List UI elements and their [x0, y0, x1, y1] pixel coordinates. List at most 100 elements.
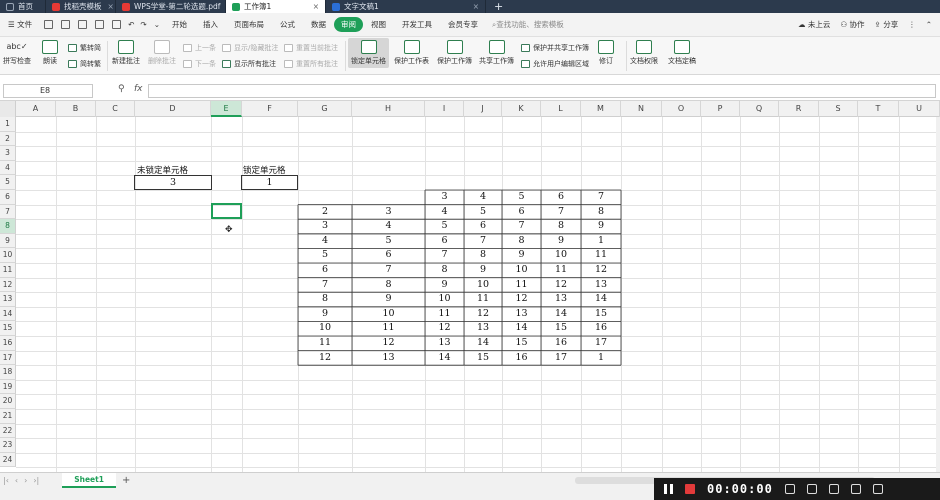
camera-icon[interactable] — [806, 484, 817, 494]
table-cell[interactable]: 7 — [425, 248, 464, 263]
row-header-19[interactable]: 19 — [0, 379, 16, 395]
pause-icon[interactable] — [664, 484, 673, 494]
table-cell[interactable]: 2 — [298, 205, 352, 220]
table-cell[interactable]: 8 — [352, 278, 425, 293]
formula-input[interactable] — [148, 84, 936, 98]
row-header-7[interactable]: 7 — [0, 204, 16, 220]
table-cell[interactable]: 16 — [502, 351, 541, 366]
table-cell[interactable]: 14 — [502, 321, 541, 336]
table-cell[interactable]: 6 — [502, 205, 541, 220]
row-header-23[interactable]: 23 — [0, 438, 16, 453]
fx-icon[interactable]: fx — [134, 84, 143, 94]
table-cell[interactable]: 11 — [298, 336, 352, 351]
table-cell[interactable]: 9 — [502, 248, 541, 263]
table-cell[interactable]: 15 — [581, 307, 621, 322]
show-all-comments-button[interactable]: 显示所有批注 — [222, 59, 276, 69]
column-header-n[interactable]: N — [621, 101, 662, 117]
column-header-p[interactable]: P — [701, 101, 740, 117]
protect-and-share-button[interactable]: 保护并共享工作簿 — [521, 43, 589, 53]
pen-icon[interactable] — [828, 484, 839, 494]
row-header-8[interactable]: 8 — [0, 219, 16, 234]
column-header-m[interactable]: M — [581, 101, 621, 117]
column-header-e[interactable]: E — [211, 101, 242, 117]
table-cell[interactable]: 4 — [352, 219, 425, 234]
table-cell[interactable]: 1 — [581, 234, 621, 249]
table-cell[interactable]: 13 — [352, 351, 425, 366]
table-cell[interactable]: 13 — [425, 336, 464, 351]
row-header-5[interactable]: 5 — [0, 175, 16, 190]
table-cell[interactable]: 17 — [581, 336, 621, 351]
table-cell[interactable]: 5 — [352, 234, 425, 249]
row-header-10[interactable]: 10 — [0, 248, 16, 263]
tab-home[interactable]: 首页 — [0, 0, 46, 13]
table-cell[interactable]: 10 — [541, 248, 581, 263]
table-cell[interactable]: 12 — [298, 351, 352, 366]
prev-sheet-icon[interactable]: ‹ — [12, 476, 21, 485]
menu-tab-1[interactable]: 插入 — [195, 19, 226, 30]
row-header-3[interactable]: 3 — [0, 146, 16, 161]
row-header-17[interactable]: 17 — [0, 350, 16, 366]
tab-docer[interactable]: 找稻壳模板 × — [46, 0, 116, 13]
prev-comment-button[interactable]: 上一条 — [183, 43, 216, 53]
table-cell[interactable]: 14 — [581, 292, 621, 307]
menu-tab-2[interactable]: 页面布局 — [226, 19, 272, 30]
add-sheet-icon[interactable]: + — [116, 475, 130, 486]
table-cell[interactable]: 7 — [352, 263, 425, 278]
more-icon[interactable]: ⋮ — [908, 20, 916, 29]
row-header-4[interactable]: 4 — [0, 160, 16, 176]
table-cell[interactable]: 9 — [352, 292, 425, 307]
read-aloud-button[interactable]: 朗读 — [42, 40, 58, 66]
doc-finalize-button[interactable]: 文档定稿 — [668, 40, 696, 66]
column-header-a[interactable]: A — [16, 101, 56, 117]
sheet-tab-sheet1[interactable]: Sheet1 — [62, 473, 116, 488]
row-header-24[interactable]: 24 — [0, 452, 16, 468]
table-cell[interactable]: 6 — [425, 234, 464, 249]
row-header-18[interactable]: 18 — [0, 365, 16, 380]
menu-tab-3[interactable]: 公式 — [272, 19, 303, 30]
spellcheck-button[interactable]: abc✓ 拼写检查 — [3, 40, 31, 66]
table-cell[interactable]: 3 — [298, 219, 352, 234]
doc-permission-button[interactable]: 文档权限 — [630, 40, 658, 66]
table-cell[interactable]: 6 — [352, 248, 425, 263]
table-cell[interactable]: 10 — [425, 292, 464, 307]
column-header-b[interactable]: B — [56, 101, 96, 117]
table-cell[interactable]: 14 — [541, 307, 581, 322]
share-workbook-button[interactable]: 共享工作簿 — [479, 40, 514, 66]
table-cell[interactable]: 10 — [298, 321, 352, 336]
menu-tab-0[interactable]: 开始 — [164, 19, 195, 30]
name-box[interactable]: E8 — [3, 84, 93, 98]
row-header-20[interactable]: 20 — [0, 394, 16, 409]
next-comment-button[interactable]: 下一条 — [183, 59, 216, 69]
first-sheet-icon[interactable]: |‹ — [0, 476, 12, 485]
timer-icon[interactable] — [850, 484, 861, 494]
zoom-icon[interactable]: ⚲ — [118, 84, 125, 94]
row-header-2[interactable]: 2 — [0, 131, 16, 147]
table-cell[interactable]: 1 — [581, 351, 621, 366]
tab-spreadsheet[interactable]: 工作簿1 × — [226, 0, 326, 13]
table-cell[interactable]: 3 — [352, 205, 425, 220]
print-icon[interactable] — [78, 20, 88, 29]
column-header-h[interactable]: H — [352, 101, 425, 117]
menu-tab-7[interactable]: 开发工具 — [394, 19, 440, 30]
preview-icon[interactable] — [95, 20, 105, 29]
table-cell[interactable]: 7 — [581, 190, 621, 205]
table-cell[interactable]: 9 — [541, 234, 581, 249]
delete-comment-button[interactable]: 删除批注 — [148, 40, 176, 66]
cloud-status[interactable]: ☁ 未上云 — [798, 19, 830, 30]
table-cell[interactable]: 11 — [581, 248, 621, 263]
table-cell[interactable]: 3 — [425, 190, 464, 205]
table-cell[interactable]: 4 — [298, 234, 352, 249]
trad-to-simp-button[interactable]: 繁转简 — [68, 43, 101, 53]
table-cell[interactable]: 8 — [581, 205, 621, 220]
tab-pdf[interactable]: WPS学堂-第二轮选题.pdf× — [116, 0, 226, 13]
column-header-j[interactable]: J — [464, 101, 502, 117]
column-header-f[interactable]: F — [242, 101, 298, 117]
close-icon[interactable]: × — [307, 2, 319, 11]
table-cell[interactable]: 6 — [464, 219, 502, 234]
table-cell[interactable]: 12 — [502, 292, 541, 307]
simp-to-trad-button[interactable]: 简转繁 — [68, 59, 101, 69]
unlocked-input-cell[interactable]: 3 — [134, 175, 212, 190]
share-button[interactable]: ⇪ 分享 — [875, 19, 899, 30]
row-header-22[interactable]: 22 — [0, 423, 16, 439]
table-cell[interactable]: 11 — [464, 292, 502, 307]
